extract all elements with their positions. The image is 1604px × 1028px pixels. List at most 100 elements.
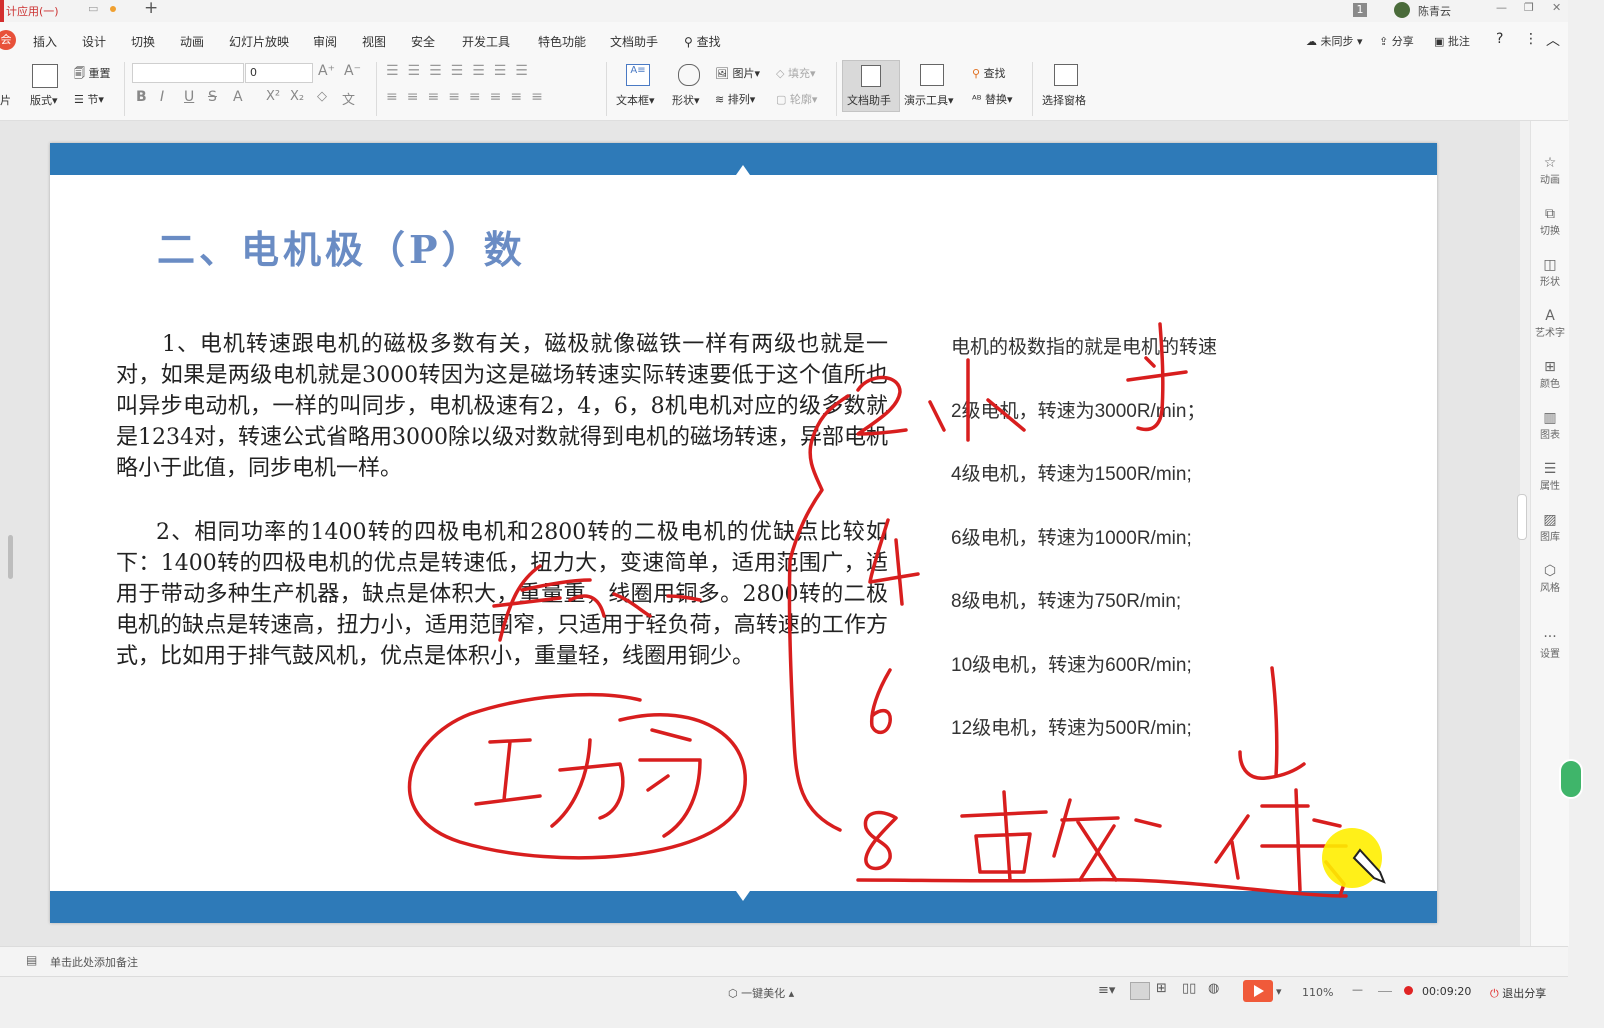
slide-paragraph-2[interactable]: 2、相同功率的1400转的四极电机和2800转的二极电机的优缺点比较如下：140… — [116, 517, 888, 672]
phonetic-icon[interactable]: 文 — [342, 89, 355, 108]
panel-settings[interactable]: ··· 设置 — [1531, 629, 1569, 660]
slide[interactable]: 二、电机极（P）数 1、电机转速跟电机的磁极多数有关，磁极就像磁铁一样有两级也就… — [50, 143, 1437, 923]
italic-icon[interactable]: I — [160, 89, 164, 105]
play-options-icon[interactable]: ▾ — [1276, 985, 1282, 998]
speed-line-6pole[interactable]: 6级电机，转速为1000R/min; — [951, 523, 1192, 550]
speed-line-2pole[interactable]: 2级电机，转速为3000R/min； — [951, 396, 1205, 423]
comment-button[interactable]: ▣ 批注 — [1434, 33, 1470, 49]
bottom-bar-notch — [736, 891, 750, 901]
panel-style[interactable]: ⬡ 风格 — [1531, 563, 1569, 594]
presenter-view-icon[interactable]: ◍ — [1208, 981, 1219, 996]
zoom-out-icon[interactable]: — — [1352, 983, 1363, 996]
strike-icon[interactable]: S — [208, 89, 217, 105]
tab-special[interactable]: 特色功能 — [538, 33, 586, 50]
slide-title[interactable]: 二、电机极（P）数 — [157, 219, 526, 274]
tab-transition[interactable]: 切换 — [131, 33, 155, 50]
selection-pane-button[interactable]: 选择窗格 — [1042, 92, 1086, 108]
tab-animation[interactable]: 动画 — [180, 33, 204, 50]
underline-icon[interactable]: U — [184, 89, 194, 105]
zoom-slider[interactable] — [1378, 991, 1392, 992]
paragraph-tools-row2[interactable]: ≡≡≡≡≡≡≡≡ — [386, 89, 552, 105]
panel-wordart[interactable]: A 艺术字 — [1531, 308, 1569, 339]
menu-search[interactable]: ⚲ 查找 — [684, 33, 721, 50]
subscript-icon[interactable]: X₂ — [290, 89, 304, 104]
replace-button[interactable]: ᴬᴮ 替换▾ — [972, 91, 1013, 107]
sync-button[interactable]: ☁ 未同步 ▾ — [1306, 33, 1363, 49]
left-scroll-handle[interactable] — [8, 535, 13, 579]
search-icon: ⚲ — [684, 35, 693, 49]
fill-button[interactable]: ◇ 填充▾ — [776, 65, 816, 81]
tab-design[interactable]: 设计 — [82, 33, 106, 50]
notes-bar[interactable]: ▤ 单击此处添加备注 — [0, 946, 1568, 977]
close-icon[interactable]: ✕ — [1552, 1, 1561, 14]
tab-insert[interactable]: 插入 — [33, 33, 57, 50]
shape-button[interactable]: 形状▾ — [672, 92, 700, 108]
panel-chart[interactable]: ▥ 图表 — [1531, 410, 1569, 441]
collapse-ribbon-icon[interactable]: ︿ — [1546, 30, 1560, 50]
minimize-icon[interactable]: — — [1496, 1, 1507, 14]
panel-transition[interactable]: ⧉ 切换 — [1531, 206, 1569, 237]
share-button[interactable]: ⇪ 分享 — [1379, 33, 1414, 49]
tab-security[interactable]: 安全 — [411, 33, 435, 50]
tab-slideshow[interactable]: 幻灯片放映 — [229, 33, 289, 50]
shrink-font-icon[interactable]: A⁻ — [344, 63, 361, 79]
exit-share-button[interactable]: ⏻ 退出分享 — [1490, 985, 1546, 1001]
speed-line-12pole[interactable]: 12级电机，转速为500R/min; — [951, 713, 1192, 740]
paragraph-tools-row1[interactable]: ☰☰☰☰☰☰☰ — [386, 63, 537, 79]
notes-toggle-icon[interactable]: ≡▾ — [1098, 983, 1115, 998]
grow-font-icon[interactable]: A⁺ — [318, 63, 335, 79]
speed-line-4pole[interactable]: 4级电机，转速为1500R/min; — [951, 459, 1192, 486]
normal-view-icon[interactable] — [1130, 982, 1150, 1000]
speed-line-10pole[interactable]: 10级电机，转速为600R/min; — [951, 650, 1192, 677]
font-size-combo[interactable]: 0 — [245, 63, 313, 83]
panel-gallery[interactable]: ▨ 图库 — [1531, 512, 1569, 543]
comment-label: 批注 — [1447, 35, 1470, 48]
superscript-icon[interactable]: X² — [266, 89, 280, 104]
arrange-button[interactable]: ≋ 排列▾ — [715, 91, 755, 107]
tab-view[interactable]: 视图 — [362, 33, 386, 50]
font-color-icon[interactable]: A — [233, 89, 243, 105]
panel-shape[interactable]: ◫ 形状 — [1531, 257, 1569, 288]
bold-icon[interactable]: B — [136, 89, 147, 105]
floating-assistant-button[interactable] — [1559, 759, 1583, 799]
textbox-button[interactable]: 文本框▾ — [616, 92, 655, 108]
app-logo[interactable]: 会 — [0, 30, 16, 50]
eraser-icon[interactable]: ◇ — [317, 89, 327, 104]
document-tab[interactable]: 计应用(一) — [6, 3, 59, 19]
zoom-level[interactable]: 110% — [1302, 986, 1333, 999]
panel-color[interactable]: ⊞ 颜色 — [1531, 359, 1569, 390]
presentation-tools-button[interactable]: 演示工具▾ — [904, 92, 954, 108]
doc-assistant-button[interactable]: 文档助手 — [842, 60, 900, 112]
panel-animation[interactable]: ☆ 动画 — [1531, 155, 1569, 186]
title-bar: 计应用(一) ▭ + 1 陈青云 — ❐ ✕ — [0, 0, 1568, 23]
notes-placeholder[interactable]: 单击此处添加备注 — [50, 954, 138, 970]
avatar[interactable] — [1394, 2, 1410, 18]
user-name[interactable]: 陈青云 — [1418, 3, 1451, 19]
outline-button[interactable]: ▢ 轮廓▾ — [776, 91, 817, 107]
play-button[interactable] — [1243, 980, 1273, 1002]
tab-review[interactable]: 审阅 — [313, 33, 337, 50]
cut-label[interactable]: 片 — [0, 92, 11, 108]
slide-paragraph-1[interactable]: 1、电机转速跟电机的磁极多数有关，磁极就像磁铁一样有两级也就是一对，如果是两级电… — [116, 329, 888, 484]
help-button[interactable]: ? — [1496, 31, 1503, 47]
shape-label: 形状 — [672, 94, 694, 107]
reset-button[interactable]: 🗐 重置 — [74, 65, 111, 84]
font-name-combo[interactable] — [132, 63, 244, 83]
tab-developer[interactable]: 开发工具 — [462, 33, 510, 50]
presentation-tools-label: 演示工具 — [904, 94, 948, 107]
more-icon[interactable]: ⋮ — [1524, 31, 1538, 47]
tab-doc-assistant[interactable]: 文档助手 — [610, 33, 658, 50]
restore-icon[interactable]: ❐ — [1524, 1, 1534, 14]
new-tab-button[interactable]: + — [144, 0, 158, 18]
section-button[interactable]: ☰ 节▾ — [74, 91, 104, 107]
poles-intro[interactable]: 电机的极数指的就是电机的转速 — [951, 332, 1217, 359]
vertical-scrollbar-thumb[interactable] — [1517, 494, 1527, 540]
panel-properties[interactable]: ☰ 属性 — [1531, 461, 1569, 492]
speed-line-8pole[interactable]: 8级电机，转速为750R/min; — [951, 586, 1181, 613]
picture-button[interactable]: 🖼 图片▾ — [715, 65, 760, 81]
reading-view-icon[interactable]: ▯▯ — [1182, 981, 1196, 996]
find-button[interactable]: ⚲ 查找 — [972, 65, 1006, 81]
layout-button[interactable]: 版式▾ — [30, 92, 58, 108]
beautify-button[interactable]: ⬡ 一键美化 ▴ — [728, 985, 794, 1001]
sorter-view-icon[interactable]: ⊞ — [1156, 981, 1167, 996]
